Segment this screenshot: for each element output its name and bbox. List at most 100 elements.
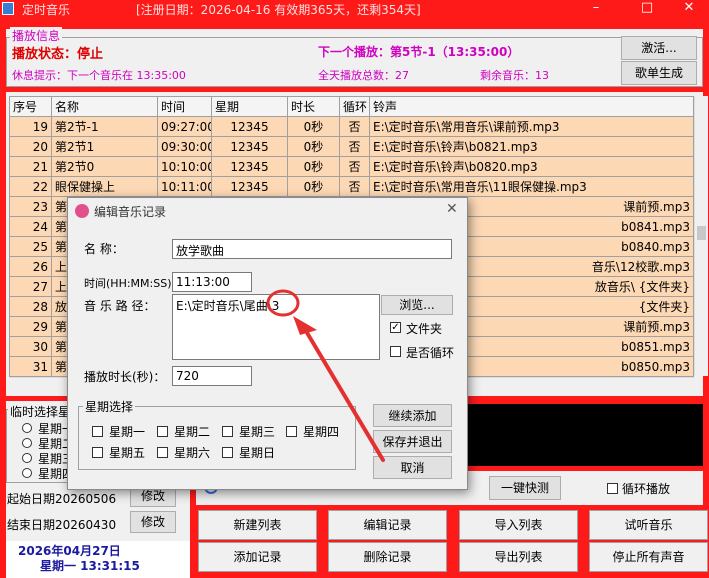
clock-time: 星期一 13:31:15 bbox=[40, 559, 140, 573]
dlg-thursday-checkbox[interactable] bbox=[286, 426, 297, 437]
radio-wednesday[interactable] bbox=[22, 453, 32, 463]
preview-music-button[interactable]: 试听音乐 bbox=[589, 510, 708, 540]
dlg-tuesday-checkbox[interactable] bbox=[157, 426, 168, 437]
rest-hint: 休息提示：下一个音乐在 13:35:00 bbox=[12, 69, 186, 82]
table-cell: 24 bbox=[9, 216, 52, 237]
add-record-button[interactable]: 添加记录 bbox=[198, 542, 317, 572]
loop-checkbox-label: 是否循环 bbox=[406, 346, 455, 360]
app-icon bbox=[2, 2, 14, 15]
quick-test-button[interactable]: 一键快测 bbox=[489, 476, 561, 500]
dialog-title: 编辑音乐记录 bbox=[94, 205, 167, 219]
table-row[interactable]: 21 第2节0 10:10:00 12345 0秒否 E:\定时音乐\铃声\b0820.m… bbox=[9, 156, 694, 177]
table-cell: 10:11:00 bbox=[157, 176, 212, 197]
start-date: 起始日期20260506 bbox=[7, 492, 117, 506]
radio-monday[interactable] bbox=[22, 423, 32, 433]
time-label: 时间(HH:MM:SS)： bbox=[84, 277, 183, 290]
export-list-button[interactable]: 导出列表 bbox=[459, 542, 578, 572]
dlg-friday-label: 星期五 bbox=[109, 446, 146, 460]
table-row[interactable]: 22 眼保健操上 10:11:00 12345 0秒否 E:\定时音乐\常用音乐\11眼保… bbox=[9, 176, 694, 197]
remain-count: 剩余音乐：13 bbox=[480, 69, 549, 82]
table-cell: E:\定时音乐\铃声\b0820.mp3 bbox=[369, 156, 694, 177]
dlg-saturday-checkbox[interactable] bbox=[157, 447, 168, 458]
dlg-saturday-label: 星期六 bbox=[174, 446, 211, 460]
dlg-sunday-checkbox[interactable] bbox=[222, 447, 233, 458]
modify-end-button[interactable]: 修改 bbox=[130, 511, 176, 533]
info-group-label: 播放信息 bbox=[10, 27, 63, 44]
loop-play-checkbox[interactable] bbox=[607, 483, 618, 494]
duration-input[interactable]: 720 bbox=[172, 366, 252, 386]
playlist-generate-button[interactable]: 歌单生成 bbox=[621, 61, 697, 85]
table-cell: E:\定时音乐\铃声\b0821.mp3 bbox=[369, 136, 694, 157]
table-cell: E:\定时音乐\常用音乐\课前预.mp3 bbox=[369, 116, 694, 137]
browse-button[interactable]: 浏览... bbox=[381, 295, 453, 315]
name-label: 名 称： bbox=[84, 242, 124, 256]
duration-label: 播放时长(秒)： bbox=[84, 370, 166, 384]
maximize-button[interactable]: □ bbox=[624, 0, 670, 18]
column-header[interactable]: 星期 bbox=[211, 96, 288, 117]
table-cell: E:\定时音乐\常用音乐\11眼保健操.mp3 bbox=[369, 176, 694, 197]
column-header[interactable]: 时长 bbox=[287, 96, 340, 117]
table-cell: 12345 bbox=[211, 136, 288, 157]
continue-add-button[interactable]: 继续添加 bbox=[373, 404, 452, 427]
table-cell: 23 bbox=[9, 196, 52, 217]
loop-checkbox[interactable] bbox=[390, 346, 401, 357]
table-cell: 29 bbox=[9, 316, 52, 337]
save-exit-button[interactable]: 保存并退出 bbox=[373, 430, 452, 453]
table-cell: 0秒 bbox=[287, 116, 340, 137]
activate-button[interactable]: 激活... bbox=[621, 36, 697, 60]
path-input[interactable]: E:\定时音乐\尾曲\3 bbox=[172, 294, 380, 360]
folder-checkbox[interactable]: ✓ bbox=[390, 322, 401, 333]
table-cell: 第2节1 bbox=[51, 136, 158, 157]
play-status: 播放状态：停止 bbox=[12, 47, 104, 62]
column-header[interactable]: 循环 bbox=[339, 96, 370, 117]
title-bar: 定时音乐 [注册日期：2026-04-16 有效期365天，还剩354天] – … bbox=[0, 0, 709, 18]
radio-thursday[interactable] bbox=[22, 468, 32, 478]
dlg-wednesday-label: 星期三 bbox=[239, 425, 276, 439]
column-header[interactable]: 铃声 bbox=[369, 96, 694, 117]
close-button[interactable]: ✕ bbox=[666, 0, 709, 18]
table-row[interactable]: 20 第2节1 09:30:00 12345 0秒否 E:\定时音乐\铃声\b0821.m… bbox=[9, 136, 694, 157]
table-cell: 19 bbox=[9, 116, 52, 137]
table-cell: 否 bbox=[339, 176, 370, 197]
table-cell: 12345 bbox=[211, 156, 288, 177]
radio-tuesday[interactable] bbox=[22, 438, 32, 448]
column-header[interactable]: 时间 bbox=[157, 96, 212, 117]
table-cell: 09:30:00 bbox=[157, 136, 212, 157]
info-panel: 播放信息 播放状态：停止 下一个播放：第5节-1（13:35:00） 休息提示：… bbox=[6, 27, 703, 87]
column-header[interactable]: 序号 bbox=[9, 96, 52, 117]
dialog-close-icon[interactable]: ✕ bbox=[446, 201, 458, 217]
name-input[interactable]: 放学歌曲 bbox=[172, 239, 452, 259]
table-cell: 否 bbox=[339, 156, 370, 177]
minimize-button[interactable]: – bbox=[573, 0, 619, 18]
time-input[interactable]: 11:13:00 bbox=[172, 272, 252, 292]
table-cell: 10:10:00 bbox=[157, 156, 212, 177]
table-cell: 26 bbox=[9, 256, 52, 277]
stop-all-sound-button[interactable]: 停止所有声音 bbox=[589, 542, 708, 572]
table-cell: 否 bbox=[339, 136, 370, 157]
edit-record-button[interactable]: 编辑记录 bbox=[328, 510, 447, 540]
table-row[interactable]: 19 第2节-1 09:27:00 12345 0秒否 E:\定时音乐\常用音乐\课前预.… bbox=[9, 116, 694, 137]
table-vertical-scrollbar[interactable] bbox=[694, 96, 708, 376]
next-play: 下一个播放：第5节-1（13:35:00） bbox=[318, 45, 520, 59]
scroll-thumb[interactable] bbox=[697, 226, 706, 240]
registration-info: [注册日期：2026-04-16 有效期365天，还剩354天] bbox=[136, 3, 421, 17]
path-label: 音 乐 路 径： bbox=[84, 299, 156, 313]
import-list-button[interactable]: 导入列表 bbox=[459, 510, 578, 540]
table-header-row: 序号 名称 时间 星期 时长 循环 铃声 bbox=[9, 96, 694, 117]
cancel-button[interactable]: 取消 bbox=[373, 456, 452, 479]
new-list-button[interactable]: 新建列表 bbox=[198, 510, 317, 540]
delete-record-button[interactable]: 删除记录 bbox=[328, 542, 447, 572]
table-cell: 第2节-1 bbox=[51, 116, 158, 137]
table-cell: 眼保健操上 bbox=[51, 176, 158, 197]
edit-music-dialog: 编辑音乐记录 ✕ 名 称： 放学歌曲 时间(HH:MM:SS)： 11:13:0… bbox=[67, 197, 468, 490]
table-cell: 否 bbox=[339, 116, 370, 137]
table-cell: 20 bbox=[9, 136, 52, 157]
table-cell: 31 bbox=[9, 356, 52, 377]
column-header[interactable]: 名称 bbox=[51, 96, 158, 117]
table-cell: 12345 bbox=[211, 176, 288, 197]
dlg-wednesday-checkbox[interactable] bbox=[222, 426, 233, 437]
dlg-thursday-label: 星期四 bbox=[303, 425, 340, 439]
dlg-monday-checkbox[interactable] bbox=[92, 426, 103, 437]
table-cell: 第2节0 bbox=[51, 156, 158, 177]
dlg-friday-checkbox[interactable] bbox=[92, 447, 103, 458]
